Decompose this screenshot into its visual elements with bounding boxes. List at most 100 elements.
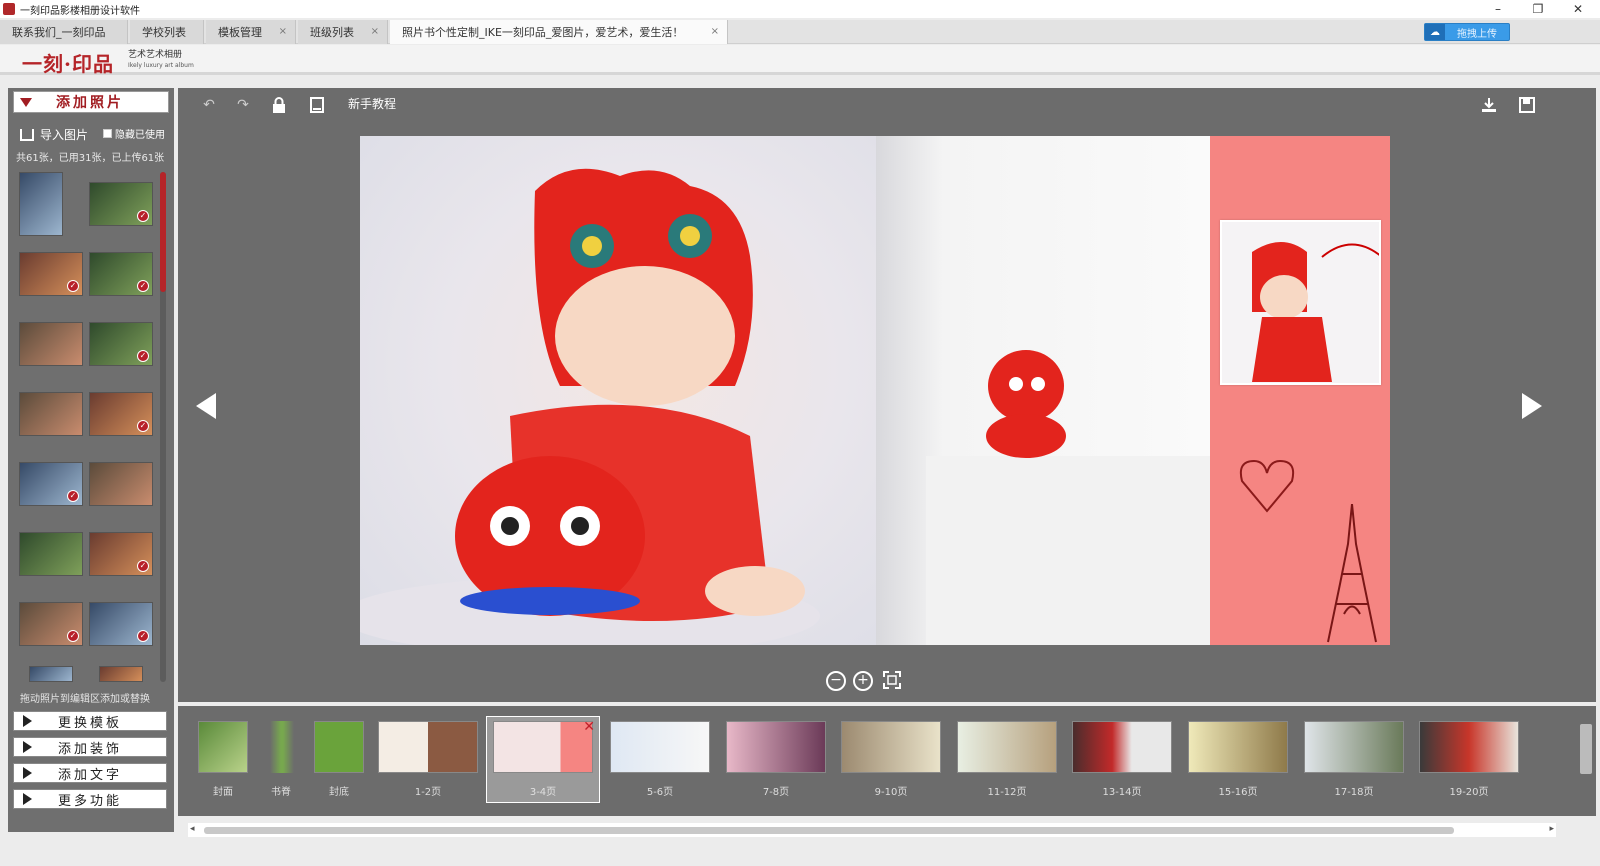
photo-thumbnail[interactable]: [19, 392, 83, 436]
filmstrip-scroll-handle[interactable]: [1580, 724, 1592, 774]
photo-thumbnail[interactable]: [29, 666, 73, 682]
button-label: 添加装饰: [58, 741, 123, 757]
filmstrip-page[interactable]: 17-18页: [1304, 721, 1404, 798]
filmstrip-page[interactable]: 5-6页: [610, 721, 710, 798]
more-functions-button[interactable]: 更多功能: [13, 789, 167, 809]
photo-thumbnail[interactable]: [89, 462, 153, 506]
delete-page-icon[interactable]: ✕: [583, 719, 595, 735]
previous-page-arrow-icon[interactable]: [196, 393, 216, 419]
filmstrip-page[interactable]: 13-14页: [1072, 721, 1172, 798]
photo-thumbnail[interactable]: ✓: [19, 602, 83, 646]
photo-thumbnail[interactable]: ✓: [89, 182, 153, 226]
close-button[interactable]: ✕: [1560, 0, 1596, 18]
photo-sidebar: 添加照片 导入图片 隐藏已使用 共61张，已用31张，已上传61张 ✓ ✓ ✓ …: [8, 88, 174, 832]
next-page-arrow-icon[interactable]: [1522, 393, 1542, 419]
hide-used-checkbox[interactable]: [103, 129, 112, 138]
fit-screen-icon[interactable]: [882, 671, 902, 691]
redo-icon[interactable]: ↷: [234, 96, 252, 114]
zoom-in-icon[interactable]: +: [853, 671, 873, 691]
tab-close-icon[interactable]: ×: [371, 26, 379, 37]
add-photo-label: 添加照片: [56, 95, 124, 111]
thumbnail-scrollbar[interactable]: [160, 172, 166, 682]
lock-icon[interactable]: [270, 96, 288, 114]
photo-thumbnail[interactable]: ✓: [89, 322, 153, 366]
page-thumbnail: [841, 721, 941, 773]
book-icon[interactable]: [308, 96, 326, 114]
tab-school-list[interactable]: 学校列表: [130, 20, 204, 44]
page-label: 17-18页: [1334, 787, 1374, 798]
tutorial-link[interactable]: 新手教程: [348, 95, 396, 112]
filmstrip-page[interactable]: 11-12页: [957, 721, 1057, 798]
filmstrip-back-cover[interactable]: 封底: [314, 721, 364, 798]
horizontal-scrollbar[interactable]: ◂ ▸: [188, 823, 1556, 837]
tab-close-icon[interactable]: ×: [711, 26, 719, 37]
import-images-button[interactable]: 导入图片: [20, 126, 88, 143]
tab-label: 联系我们_一刻印品: [12, 26, 106, 39]
filmstrip-spine[interactable]: 书脊: [268, 721, 294, 798]
tab-template-manage[interactable]: 模板管理 ×: [206, 20, 296, 44]
photo-thumbnail-grid: ✓ ✓ ✓ ✓ ✓ ✓ ✓ ✓ ✓: [13, 172, 159, 682]
zoom-out-icon[interactable]: −: [826, 671, 846, 691]
tab-close-icon[interactable]: ×: [279, 26, 287, 37]
photo-thumbnail[interactable]: [19, 532, 83, 576]
photo-thumbnail[interactable]: ✓: [19, 462, 83, 506]
scrollbar-thumb[interactable]: [204, 827, 1454, 834]
photo-thumbnail[interactable]: ✓: [89, 252, 153, 296]
scroll-left-arrow-icon[interactable]: ◂: [190, 824, 195, 834]
tab-bar: 联系我们_一刻印品 学校列表 模板管理 × 班级列表 × 照片书个性定制_IKE…: [0, 20, 1600, 44]
page-label: 15-16页: [1218, 787, 1258, 798]
filmstrip-page[interactable]: 19-20页: [1419, 721, 1519, 798]
change-template-button[interactable]: 更换模板: [13, 711, 167, 731]
tab-class-list[interactable]: 班级列表 ×: [298, 20, 388, 44]
album-spread-preview[interactable]: [360, 136, 1390, 645]
page-thumbnail: [378, 721, 478, 773]
photo-thumbnail[interactable]: [99, 666, 143, 682]
filmstrip-page[interactable]: 15-16页: [1188, 721, 1288, 798]
filmstrip-cover[interactable]: 封面: [198, 721, 248, 798]
middle-photo[interactable]: [876, 136, 1210, 645]
tab-label: 学校列表: [142, 26, 186, 39]
filmstrip-page[interactable]: 7-8页: [726, 721, 826, 798]
download-icon[interactable]: [1480, 96, 1498, 114]
add-text-button[interactable]: 添加文字: [13, 763, 167, 783]
photo-thumbnail[interactable]: ✓: [89, 532, 153, 576]
right-page[interactable]: [1210, 136, 1390, 645]
brand-tagline-en: Ikely luxury art album: [128, 62, 194, 69]
filmstrip-page[interactable]: 9-10页: [841, 721, 941, 798]
small-photo-frame[interactable]: [1220, 220, 1383, 385]
undo-icon[interactable]: ↶: [200, 96, 218, 114]
scrollbar-thumb[interactable]: [160, 172, 166, 292]
drag-upload-button[interactable]: ☁ 拖拽上传: [1424, 23, 1510, 41]
filmstrip-page[interactable]: 1-2页: [378, 721, 478, 798]
page-thumbnail: [1419, 721, 1519, 773]
minimize-button[interactable]: –: [1480, 0, 1516, 18]
add-photo-header[interactable]: 添加照片: [13, 91, 169, 113]
main-photo[interactable]: [360, 136, 876, 645]
page-label: 3-4页: [529, 787, 557, 798]
app-logo-icon: [3, 3, 15, 15]
page-thumbnail: [610, 721, 710, 773]
restore-button[interactable]: ❐: [1520, 0, 1556, 18]
hide-used-toggle[interactable]: 隐藏已使用: [103, 126, 165, 141]
page-label: 封面: [213, 787, 233, 798]
scroll-right-arrow-icon[interactable]: ▸: [1549, 824, 1554, 834]
photo-thumbnail[interactable]: ✓: [19, 252, 83, 296]
page-thumbnail: [726, 721, 826, 773]
page-label: 19-20页: [1449, 787, 1489, 798]
editor-canvas-area: ↶ ↷ 新手教程 − +: [178, 88, 1596, 702]
baby-small-photo: [1222, 222, 1383, 383]
brand-logo: 一刻·印品: [22, 52, 114, 76]
tab-contact[interactable]: 联系我们_一刻印品: [0, 20, 128, 44]
photo-thumbnail[interactable]: ✓: [89, 602, 153, 646]
page-thumbnail: [270, 721, 294, 773]
filmstrip-page-selected[interactable]: ✕ 3-4页: [486, 716, 600, 803]
photo-thumbnail[interactable]: [19, 322, 83, 366]
used-check-icon: ✓: [137, 630, 149, 642]
page-thumbnail: [493, 721, 593, 773]
add-decoration-button[interactable]: 添加装饰: [13, 737, 167, 757]
tab-photo-book[interactable]: 照片书个性定制_IKE一刻印品_爱图片，爱艺术，爱生活！ ×: [390, 20, 728, 44]
save-icon[interactable]: [1518, 96, 1536, 114]
upload-label: 拖拽上传: [1457, 28, 1497, 40]
photo-thumbnail[interactable]: [19, 172, 63, 236]
photo-thumbnail[interactable]: ✓: [89, 392, 153, 436]
